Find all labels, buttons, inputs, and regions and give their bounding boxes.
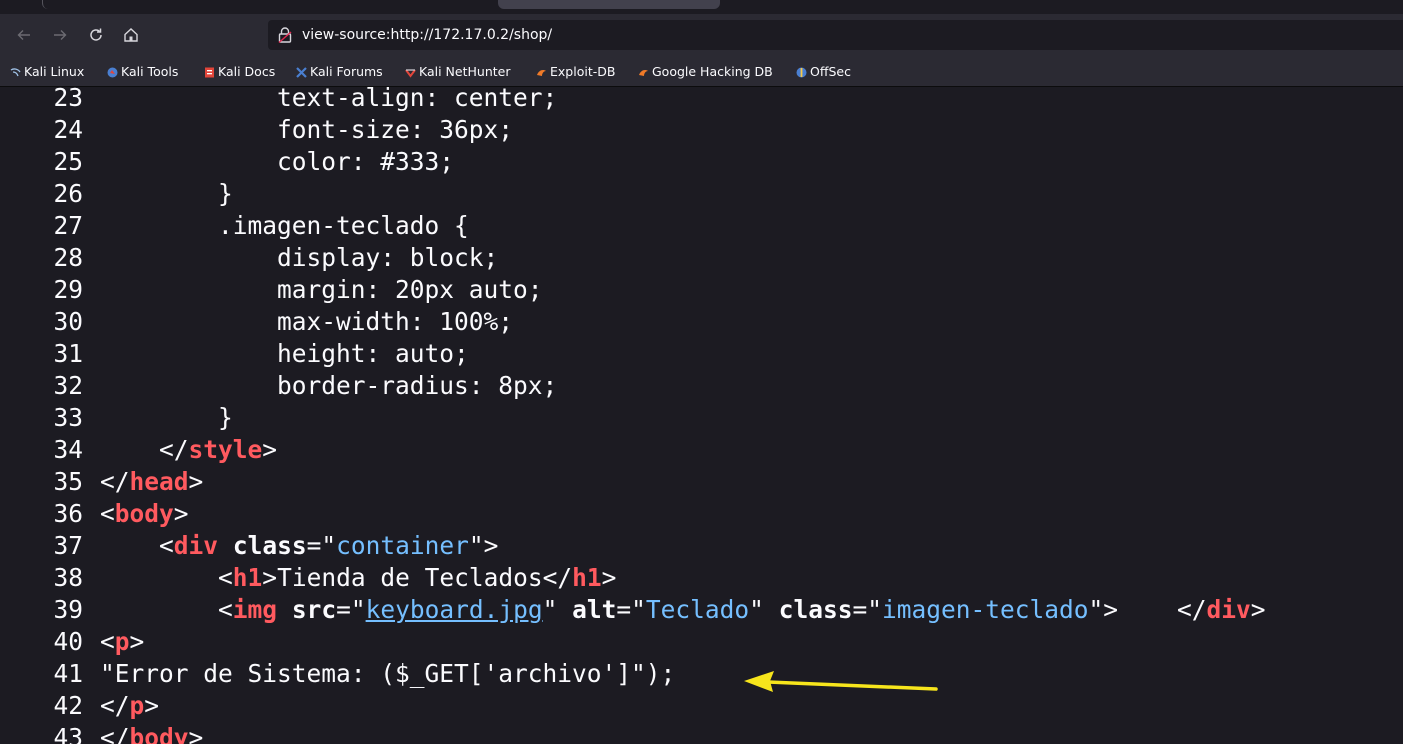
bookmark-label: OffSec: [810, 63, 851, 79]
source-line: 40 <p>: [53, 627, 145, 656]
nethunter-icon: [405, 66, 416, 78]
active-browser-tab[interactable]: [498, 0, 720, 9]
bookmark-label: Kali NetHunter: [419, 63, 511, 79]
source-line: 39 <img src="keyboard.jpg" alt="Teclado"…: [53, 595, 1266, 624]
source-line: 33 }: [53, 403, 233, 432]
bookmark-exploit-db[interactable]: Exploit-DB: [536, 62, 615, 80]
source-line: 43 </body>: [53, 723, 204, 744]
bookmark-label: Kali Tools: [121, 63, 179, 79]
bookmark-kali-docs[interactable]: Kali Docs: [204, 62, 275, 80]
kali-forums-icon: [296, 66, 307, 78]
source-line: 29 margin: 20px auto;: [53, 275, 543, 304]
home-button[interactable]: [120, 24, 142, 46]
reload-icon: [90, 28, 102, 41]
view-source-content: 23 text-align: center; 24 font-size: 36p…: [0, 87, 1403, 744]
source-line: 32 border-radius: 8px;: [53, 371, 558, 400]
home-icon: [124, 28, 138, 42]
source-line: 28 display: block;: [53, 243, 499, 272]
kali-docs-icon: [204, 66, 215, 77]
ghdb-icon: [638, 66, 649, 77]
bookmark-label: Google Hacking DB: [652, 63, 773, 79]
kali-tools-icon: [107, 66, 118, 77]
bookmark-label: Kali Docs: [218, 63, 276, 79]
bookmark-offsec[interactable]: OffSec: [796, 62, 851, 80]
bookmark-label: Kali Linux: [24, 63, 85, 79]
back-button[interactable]: [13, 24, 35, 46]
exploit-db-icon: [536, 66, 547, 77]
source-line: 35 </head>: [53, 467, 204, 496]
source-line: 37 <div class="container">: [53, 531, 499, 560]
bookmark-kali-tools[interactable]: Kali Tools: [107, 62, 178, 80]
url-text: view-source:http://172.17.0.2/shop/: [302, 27, 553, 43]
reload-button[interactable]: [85, 24, 107, 46]
annotation-arrow-icon: [744, 671, 938, 692]
bookmark-label: Kali Forums: [310, 63, 383, 79]
page-info-icon[interactable]: [277, 26, 293, 44]
bookmark-kali-linux[interactable]: Kali Linux: [10, 62, 84, 80]
source-line: 31 height: auto;: [53, 339, 469, 368]
source-line: 30 max-width: 100%;: [53, 307, 514, 336]
source-line: 24 font-size: 36px;: [53, 115, 514, 144]
source-line: 36 <body>: [53, 499, 189, 528]
source-line: 38 <h1>Tienda de Teclados</h1>: [53, 563, 617, 592]
browser-tab[interactable]: [42, 0, 498, 9]
source-line: 23 text-align: center;: [53, 87, 558, 112]
source-line: 42 </p>: [53, 691, 160, 720]
bookmark-label: Exploit-DB: [550, 63, 616, 79]
source-line-highlighted: 41 "Error de Sistema: ($_GET['archivo']")…: [53, 659, 676, 688]
kali-dragon-icon: [10, 66, 21, 77]
navigation-toolbar: view-source:http://172.17.0.2/shop/: [0, 14, 1403, 56]
bookmark-kali-nethunter[interactable]: Kali NetHunter: [405, 62, 510, 80]
arrow-left-icon: [17, 30, 30, 40]
source-line: 34 </style>: [53, 435, 278, 464]
source-link-keyboard-jpg[interactable]: keyboard.jpg: [366, 595, 543, 624]
offsec-icon: [796, 66, 807, 77]
source-line: 25 color: #333;: [53, 147, 455, 176]
source-line: 27 .imagen-teclado {: [53, 211, 469, 240]
bookmark-google-hacking-db[interactable]: Google Hacking DB: [638, 62, 773, 80]
bookmarks-toolbar: Kali Linux Kali Tools Kali Docs Kali For…: [0, 56, 1403, 87]
bookmark-kali-forums[interactable]: Kali Forums: [296, 62, 383, 80]
address-bar[interactable]: view-source:http://172.17.0.2/shop/: [268, 20, 1403, 50]
source-line: 26 }: [53, 179, 233, 208]
arrow-right-icon: [54, 30, 67, 40]
forward-button[interactable]: [49, 24, 71, 46]
tab-strip: [0, 0, 1403, 14]
